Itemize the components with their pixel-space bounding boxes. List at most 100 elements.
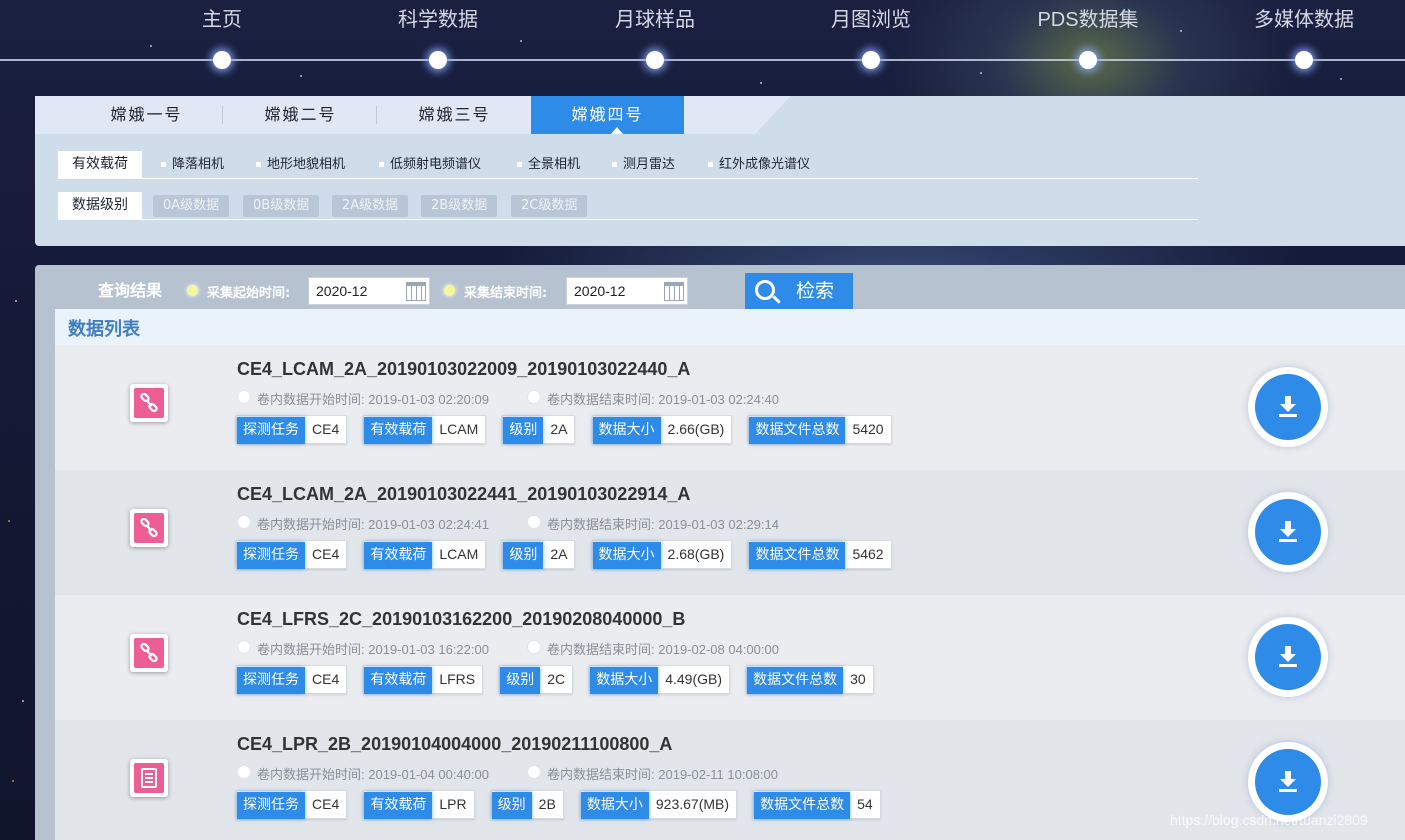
level-filter-label: 数据级别 bbox=[58, 192, 142, 219]
end-time: 卷内数据结束时间: 2019-02-11 10:08:00 bbox=[527, 764, 778, 783]
tag-key: 级别 bbox=[500, 667, 541, 694]
file-count-tag: 数据文件总数 54 bbox=[753, 790, 881, 819]
top-navigation: 主页 科学数据 月球样品 月图浏览 PDS数据集 多媒体数据 bbox=[0, 0, 1405, 90]
mission-tag: 探测任务 CE4 bbox=[236, 665, 348, 694]
payload-option-ir-spectrometer[interactable]: 红外成像光谱仪 bbox=[708, 151, 810, 179]
nav-item-label: 月球样品 bbox=[615, 9, 695, 31]
download-button[interactable] bbox=[1248, 742, 1328, 822]
list-item: CE4_LCAM_2A_20190103022009_2019010302244… bbox=[55, 345, 1405, 470]
results-panel: 查询结果 采集起始时间: 2020-12 采集结束时间: 2020-12 检索 … bbox=[35, 265, 1405, 840]
dataset-tags: 探测任务 CE4 有效载荷 LCAM 级别 2A 数据大小 2.68(GB) 数据文件总… bbox=[236, 540, 903, 570]
size-tag: 数据大小 923.67(MB) bbox=[579, 790, 738, 819]
tab-chang-e-3[interactable]: 嫦娥三号 bbox=[378, 96, 531, 134]
tag-value: CE4 bbox=[312, 671, 340, 687]
end-time-value: 2019-01-03 02:29:14 bbox=[658, 517, 779, 532]
end-time: 卷内数据结束时间: 2019-01-03 02:29:14 bbox=[527, 514, 779, 533]
end-time-value: 2019-02-08 04:00:00 bbox=[658, 642, 779, 657]
nav-dot bbox=[862, 51, 880, 69]
mission-tag: 探测任务 CE4 bbox=[236, 790, 348, 819]
start-time-value: 2019-01-03 02:24:41 bbox=[368, 517, 489, 532]
level-option-0a[interactable]: 0A级数据 bbox=[153, 195, 230, 217]
end-time-label: 卷内数据结束时间: bbox=[547, 517, 655, 532]
start-time-value: 2019-01-03 02:20:09 bbox=[368, 392, 489, 407]
payload-filter-label: 有效载荷 bbox=[58, 151, 142, 178]
tag-value: CE4 bbox=[312, 546, 340, 562]
tag-key: 数据文件总数 bbox=[749, 542, 846, 569]
download-button[interactable] bbox=[1248, 367, 1328, 447]
end-time-label: 卷内数据结束时间: bbox=[547, 392, 655, 407]
payload-option-panoramic-camera[interactable]: 全景相机 bbox=[517, 151, 580, 179]
tag-value: 54 bbox=[857, 796, 873, 812]
nav-dot bbox=[213, 51, 231, 69]
level-option-2c[interactable]: 2C级数据 bbox=[511, 195, 588, 217]
search-icon bbox=[755, 280, 775, 300]
download-button[interactable] bbox=[1248, 492, 1328, 572]
tag-key: 有效载荷 bbox=[364, 792, 433, 819]
dataset-title[interactable]: CE4_LFRS_2C_20190103162200_2019020804000… bbox=[237, 609, 685, 630]
tag-key: 有效载荷 bbox=[364, 417, 433, 444]
level-filter-row: 数据级别 0A级数据 0B级数据 2A级数据 2B级数据 2C级数据 bbox=[58, 192, 1198, 220]
file-count-tag: 数据文件总数 30 bbox=[746, 665, 874, 694]
nav-item-home[interactable]: 主页 bbox=[142, 0, 302, 69]
nav-item-multimedia[interactable]: 多媒体数据 bbox=[1224, 0, 1384, 69]
end-time: 卷内数据结束时间: 2019-01-03 02:24:40 bbox=[527, 389, 779, 408]
nav-item-label: 月图浏览 bbox=[831, 9, 911, 31]
tag-key: 数据文件总数 bbox=[754, 792, 851, 819]
payload-option-lfrs[interactable]: 低频射电频谱仪 bbox=[379, 151, 481, 179]
calendar-icon[interactable] bbox=[406, 282, 426, 301]
dataset-title[interactable]: CE4_LPR_2B_20190104004000_20190211100800… bbox=[237, 734, 672, 755]
dataset-tags: 探测任务 CE4 有效载荷 LCAM 级别 2A 数据大小 2.66(GB) 数据文件总… bbox=[236, 415, 903, 445]
nav-dot-active bbox=[1079, 51, 1097, 69]
tag-key: 探测任务 bbox=[237, 542, 305, 569]
dataset-title[interactable]: CE4_LCAM_2A_20190103022441_2019010302291… bbox=[237, 484, 690, 505]
dataset-tags: 探测任务 CE4 有效载荷 LPR 级别 2B 数据大小 923.67(MB) 数据文件… bbox=[236, 790, 892, 820]
payload-option-terrain-camera[interactable]: 地形地貌相机 bbox=[256, 151, 345, 179]
end-time: 卷内数据结束时间: 2019-02-08 04:00:00 bbox=[527, 639, 779, 658]
tag-key: 数据文件总数 bbox=[749, 417, 846, 444]
start-date-input[interactable]: 2020-12 bbox=[308, 277, 430, 305]
tag-value: 923.67(MB) bbox=[655, 796, 730, 812]
nav-item-label: 多媒体数据 bbox=[1254, 9, 1354, 31]
calendar-icon[interactable] bbox=[664, 282, 684, 301]
tag-value: 2C bbox=[547, 671, 566, 687]
download-button[interactable] bbox=[1248, 617, 1328, 697]
nav-item-science-data[interactable]: 科学数据 bbox=[358, 0, 518, 69]
nav-item-lunar-maps[interactable]: 月图浏览 bbox=[791, 0, 951, 69]
query-bar: 查询结果 采集起始时间: 2020-12 采集结束时间: 2020-12 检索 bbox=[35, 265, 1405, 309]
start-time: 卷内数据开始时间: 2019-01-03 02:24:41 bbox=[237, 514, 489, 533]
download-icon bbox=[1279, 396, 1297, 417]
mission-tag: 探测任务 CE4 bbox=[236, 415, 348, 444]
tag-key: 有效载荷 bbox=[364, 542, 433, 569]
level-option-2a[interactable]: 2A级数据 bbox=[332, 195, 409, 217]
search-button-label: 检索 bbox=[796, 280, 835, 302]
search-button[interactable]: 检索 bbox=[745, 273, 853, 309]
nav-item-lunar-samples[interactable]: 月球样品 bbox=[575, 0, 735, 69]
tag-key: 级别 bbox=[491, 792, 532, 819]
level-option-2b[interactable]: 2B级数据 bbox=[421, 195, 498, 217]
tab-chang-e-4[interactable]: 嫦娥四号 bbox=[531, 96, 684, 134]
payload-option-landing-camera[interactable]: 降落相机 bbox=[161, 151, 224, 179]
tag-key: 级别 bbox=[503, 417, 544, 444]
payload-tag: 有效载荷 LFRS bbox=[363, 665, 484, 694]
end-date-input[interactable]: 2020-12 bbox=[566, 277, 688, 305]
tag-key: 数据大小 bbox=[592, 417, 661, 444]
filter-panel: 嫦娥一号 嫦娥二号 嫦娥三号 嫦娥四号 有效载荷 降落相机 地形地貌相机 低频射… bbox=[35, 96, 1405, 246]
download-icon bbox=[1279, 646, 1297, 667]
payload-tag: 有效载荷 LPR bbox=[363, 790, 475, 819]
end-time-label: 卷内数据结束时间: bbox=[547, 642, 655, 657]
nav-item-pds-datasets[interactable]: PDS数据集 bbox=[1008, 0, 1168, 69]
start-date-value: 2020-12 bbox=[316, 283, 368, 299]
dataset-title[interactable]: CE4_LCAM_2A_20190103022009_2019010302244… bbox=[237, 359, 690, 380]
tab-chang-e-2[interactable]: 嫦娥二号 bbox=[224, 96, 377, 134]
tag-value: 2.68(GB) bbox=[667, 546, 725, 562]
payload-option-lunar-radar[interactable]: 测月雷达 bbox=[612, 151, 675, 179]
size-tag: 数据大小 2.66(GB) bbox=[591, 415, 733, 444]
nav-dot bbox=[429, 51, 447, 69]
start-time-label: 卷内数据开始时间: bbox=[257, 392, 365, 407]
tag-key: 数据文件总数 bbox=[747, 667, 844, 694]
tab-label: 嫦娥四号 bbox=[571, 105, 644, 124]
tab-chang-e-1[interactable]: 嫦娥一号 bbox=[70, 96, 223, 134]
level-option-0b[interactable]: 0B级数据 bbox=[243, 195, 320, 217]
tag-value: CE4 bbox=[312, 421, 340, 437]
tag-value: 2B bbox=[538, 796, 556, 812]
